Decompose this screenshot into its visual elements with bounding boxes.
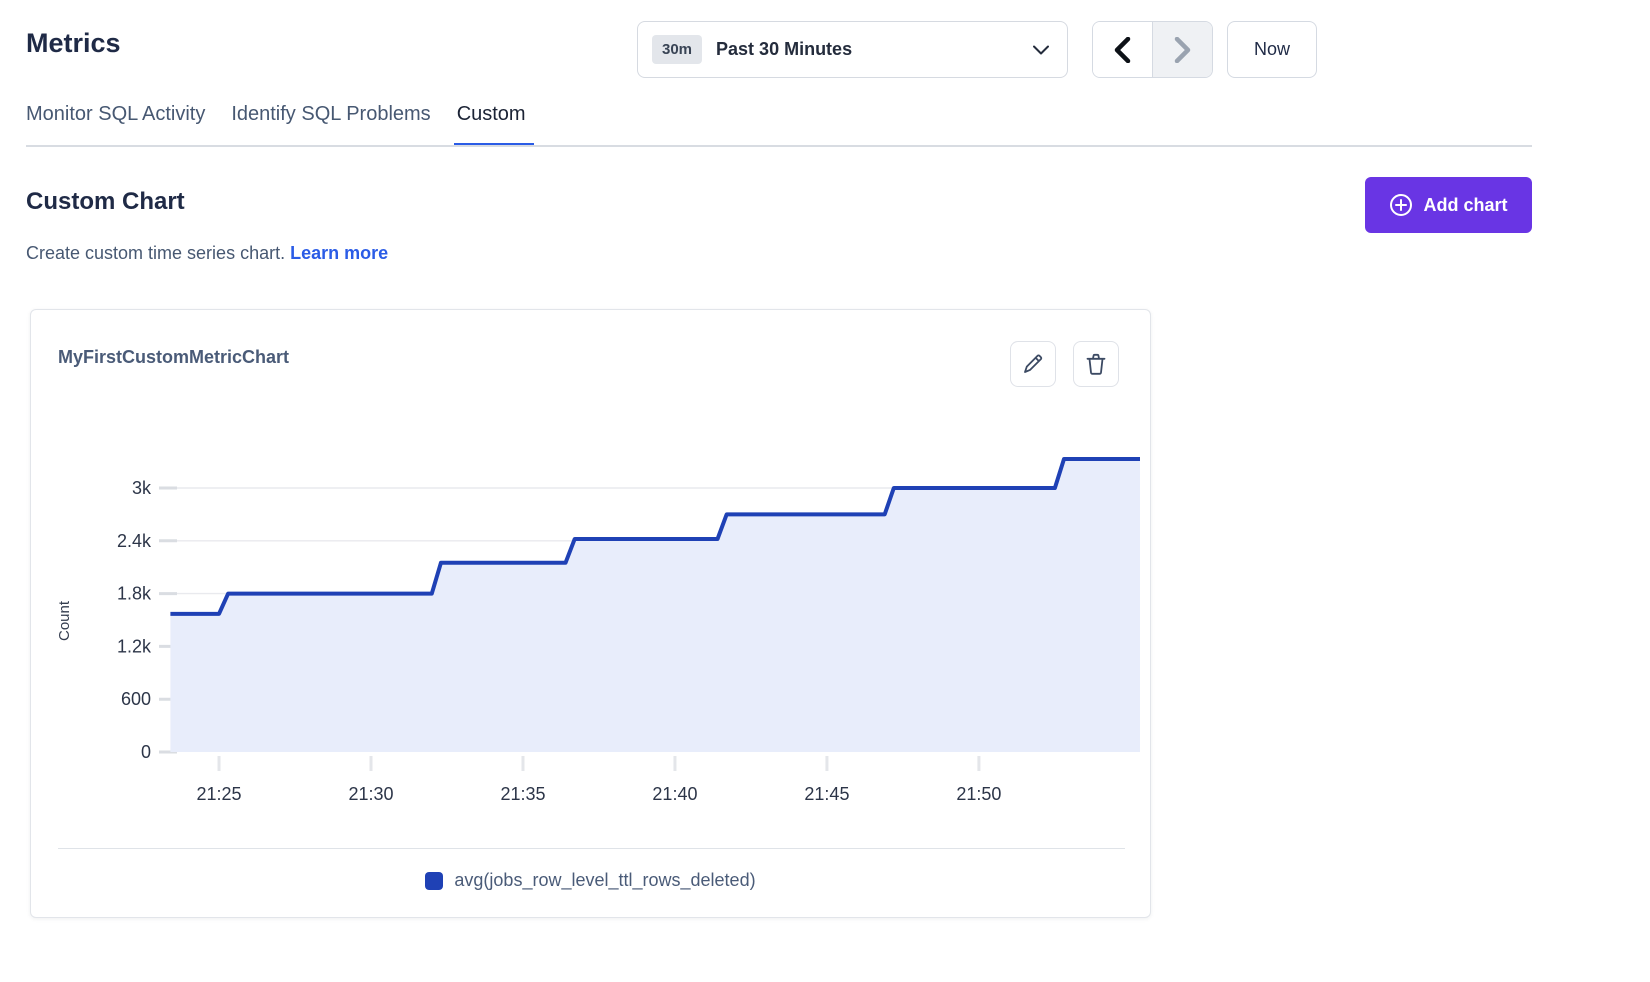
svg-text:21:35: 21:35 bbox=[500, 784, 545, 804]
legend-divider bbox=[58, 848, 1125, 849]
delete-chart-button[interactable] bbox=[1073, 341, 1119, 387]
previous-time-button[interactable] bbox=[1093, 22, 1153, 77]
tab-monitor-sql-activity[interactable]: Monitor SQL Activity bbox=[26, 103, 205, 147]
svg-text:21:50: 21:50 bbox=[956, 784, 1001, 804]
chevron-right-icon bbox=[1174, 37, 1191, 63]
learn-more-link[interactable]: Learn more bbox=[290, 243, 388, 263]
add-chart-label: Add chart bbox=[1423, 195, 1507, 216]
plus-circle-icon bbox=[1389, 193, 1413, 217]
tab-bar-divider bbox=[26, 145, 1532, 147]
time-nav-group bbox=[1092, 21, 1213, 78]
tab-identify-sql-problems[interactable]: Identify SQL Problems bbox=[231, 103, 430, 147]
svg-text:21:25: 21:25 bbox=[197, 784, 242, 804]
x-axis: 21:25 21:30 21:35 21:40 21:45 21:50 bbox=[197, 756, 1002, 804]
section-subtitle: Create custom time series chart. Learn m… bbox=[26, 243, 388, 264]
chevron-left-icon bbox=[1114, 37, 1131, 63]
svg-text:3k: 3k bbox=[132, 478, 152, 498]
custom-chart-card: MyFirstCustomMetricChart 0 600 1.2k 1.8k 2.4… bbox=[30, 309, 1151, 918]
page-title: Metrics bbox=[26, 28, 121, 59]
trash-icon bbox=[1085, 353, 1107, 375]
legend: avg(jobs_row_level_ttl_rows_deleted) bbox=[31, 870, 1150, 891]
custom-chart-svg: 06001.2k1.8k2.4k3k21:2521:3021:3521:4021… bbox=[51, 421, 1146, 821]
time-range-label: Past 30 Minutes bbox=[716, 39, 1019, 60]
svg-text:2.4k: 2.4k bbox=[117, 531, 152, 551]
tab-bar: Monitor SQL Activity Identify SQL Proble… bbox=[26, 103, 526, 147]
metrics-page: Metrics 30m Past 30 Minutes Now Monitor … bbox=[0, 0, 1650, 982]
svg-text:600: 600 bbox=[121, 689, 151, 709]
chart-title: MyFirstCustomMetricChart bbox=[58, 347, 289, 368]
pencil-icon bbox=[1022, 353, 1044, 375]
y-axis-label: Count bbox=[56, 600, 73, 641]
time-range-selector[interactable]: 30m Past 30 Minutes bbox=[637, 21, 1068, 78]
series-area bbox=[170, 459, 1140, 752]
svg-text:0: 0 bbox=[141, 742, 151, 762]
edit-chart-button[interactable] bbox=[1010, 341, 1056, 387]
time-range-badge: 30m bbox=[652, 35, 702, 64]
svg-text:21:45: 21:45 bbox=[804, 784, 849, 804]
legend-swatch bbox=[425, 872, 443, 890]
add-chart-button[interactable]: Add chart bbox=[1365, 177, 1532, 233]
next-time-button[interactable] bbox=[1153, 22, 1212, 77]
svg-text:21:30: 21:30 bbox=[348, 784, 393, 804]
legend-label: avg(jobs_row_level_ttl_rows_deleted) bbox=[454, 870, 755, 891]
svg-text:1.2k: 1.2k bbox=[117, 636, 152, 656]
section-subtitle-text: Create custom time series chart. bbox=[26, 243, 285, 263]
svg-text:1.8k: 1.8k bbox=[117, 584, 152, 604]
svg-text:21:40: 21:40 bbox=[652, 784, 697, 804]
chevron-down-icon bbox=[1033, 45, 1049, 55]
now-button[interactable]: Now bbox=[1227, 21, 1317, 78]
tab-custom[interactable]: Custom bbox=[457, 103, 526, 147]
section-title: Custom Chart bbox=[26, 188, 185, 216]
